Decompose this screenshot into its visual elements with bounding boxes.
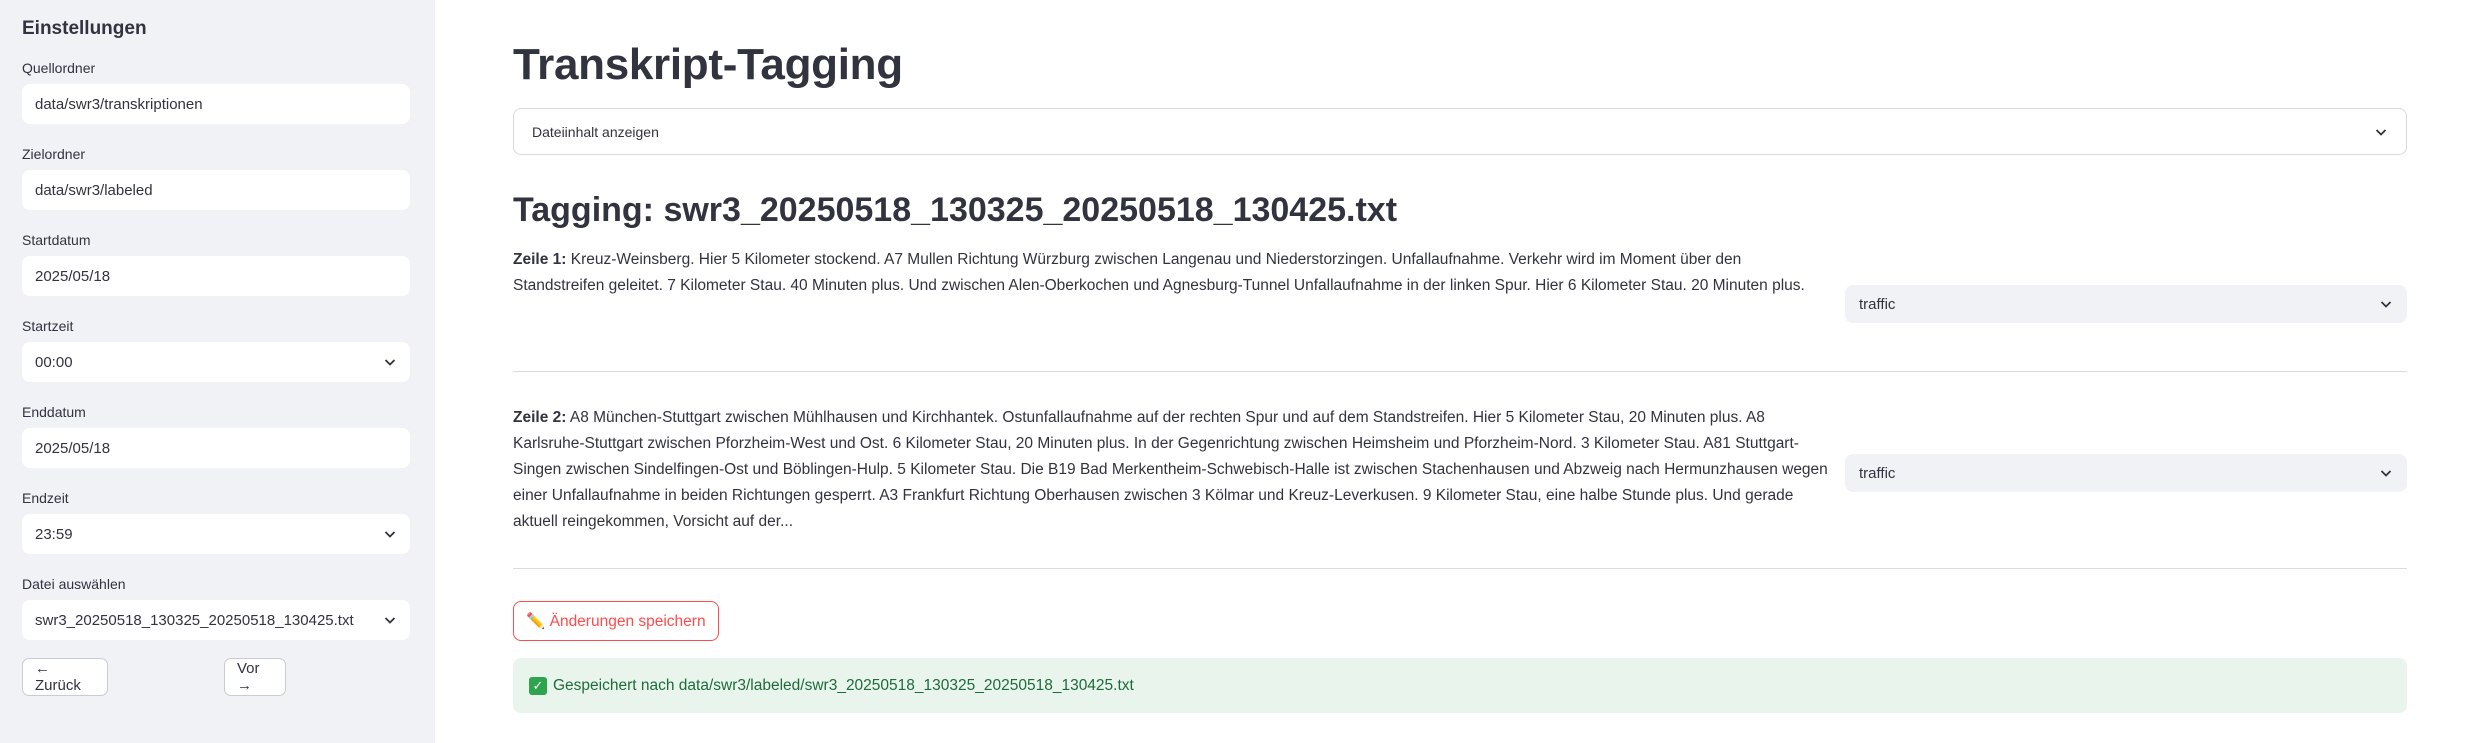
chevron-down-icon bbox=[2379, 297, 2393, 311]
file-select-field: Datei auswählen swr3_20250518_130325_202… bbox=[22, 576, 413, 640]
success-message: Gespeichert nach data/swr3/labeled/swr3_… bbox=[553, 676, 1134, 694]
end-date-input[interactable]: 2025/05/18 bbox=[22, 428, 410, 468]
line-text: Zeile 2: A8 München-Stuttgart zwischen M… bbox=[513, 405, 1833, 535]
line-content: Kreuz-Weinsberg. Hier 5 Kilometer stocke… bbox=[513, 251, 1805, 294]
tagging-title: Tagging: swr3_20250518_130325_20250518_1… bbox=[513, 191, 1398, 229]
page-title: Transkript-Tagging bbox=[513, 40, 903, 89]
line-content: A8 München-Stuttgart zwischen Mühlhausen… bbox=[513, 409, 1828, 530]
file-content-expander[interactable]: Dateiinhalt anzeigen bbox=[513, 108, 2407, 155]
tag-select-value: traffic bbox=[1859, 295, 1896, 313]
start-time-select[interactable]: 00:00 bbox=[22, 342, 410, 382]
end-date-label: Enddatum bbox=[22, 404, 86, 420]
target-folder-field: Zielordner data/swr3/labeled bbox=[22, 146, 413, 210]
start-date-field: Startdatum 2025/05/18 bbox=[22, 232, 413, 296]
chevron-down-icon bbox=[383, 613, 397, 627]
divider bbox=[513, 568, 2407, 569]
save-changes-button[interactable]: ✏️ Änderungen speichern bbox=[513, 601, 719, 641]
chevron-down-icon bbox=[2374, 125, 2388, 139]
file-navigation: ← Zurück Vor → bbox=[22, 658, 286, 696]
line-text: Zeile 1: Kreuz-Weinsberg. Hier 5 Kilomet… bbox=[513, 247, 1833, 299]
tag-select[interactable]: traffic bbox=[1845, 285, 2407, 323]
source-folder-value: data/swr3/transkriptionen bbox=[35, 95, 203, 113]
source-folder-label: Quellordner bbox=[22, 60, 96, 76]
divider bbox=[513, 371, 2407, 372]
start-time-field: Startzeit 00:00 bbox=[22, 318, 413, 382]
source-folder-field: Quellordner data/swr3/transkriptionen bbox=[22, 60, 413, 124]
back-button[interactable]: ← Zurück bbox=[22, 658, 108, 696]
start-date-label: Startdatum bbox=[22, 232, 91, 248]
check-icon: ✓ bbox=[529, 676, 547, 695]
transcript-line: Zeile 2: A8 München-Stuttgart zwischen M… bbox=[513, 405, 2407, 535]
end-date-field: Enddatum 2025/05/18 bbox=[22, 404, 413, 468]
target-folder-input[interactable]: data/swr3/labeled bbox=[22, 170, 410, 210]
start-date-input[interactable]: 2025/05/18 bbox=[22, 256, 410, 296]
end-time-value: 23:59 bbox=[35, 525, 73, 543]
end-time-select[interactable]: 23:59 bbox=[22, 514, 410, 554]
chevron-down-icon bbox=[383, 527, 397, 541]
tag-select-value: traffic bbox=[1859, 464, 1896, 482]
source-folder-input[interactable]: data/swr3/transkriptionen bbox=[22, 84, 410, 124]
transcript-line: Zeile 1: Kreuz-Weinsberg. Hier 5 Kilomet… bbox=[513, 247, 2407, 323]
end-time-label: Endzeit bbox=[22, 490, 69, 506]
chevron-down-icon bbox=[383, 355, 397, 369]
tag-select[interactable]: traffic bbox=[1845, 454, 2407, 492]
success-alert: ✓ Gespeichert nach data/swr3/labeled/swr… bbox=[513, 658, 2407, 713]
end-time-field: Endzeit 23:59 bbox=[22, 490, 413, 554]
file-select-value: swr3_20250518_130325_20250518_130425.txt bbox=[35, 611, 354, 629]
start-date-value: 2025/05/18 bbox=[35, 267, 111, 285]
next-button[interactable]: Vor → bbox=[224, 658, 286, 696]
start-time-label: Startzeit bbox=[22, 318, 74, 334]
file-select-label: Datei auswählen bbox=[22, 576, 126, 592]
expander-label: Dateiinhalt anzeigen bbox=[532, 123, 659, 140]
chevron-down-icon bbox=[2379, 466, 2393, 480]
main-content: Transkript-Tagging Dateiinhalt anzeigen … bbox=[435, 0, 2473, 743]
target-folder-value: data/swr3/labeled bbox=[35, 181, 153, 199]
start-time-value: 00:00 bbox=[35, 353, 73, 371]
sidebar-title: Einstellungen bbox=[22, 18, 147, 39]
line-prefix: Zeile 1: bbox=[513, 251, 567, 268]
sidebar: Einstellungen Quellordner data/swr3/tran… bbox=[0, 0, 435, 743]
target-folder-label: Zielordner bbox=[22, 146, 86, 162]
file-select[interactable]: swr3_20250518_130325_20250518_130425.txt bbox=[22, 600, 410, 640]
end-date-value: 2025/05/18 bbox=[35, 439, 111, 457]
line-prefix: Zeile 2: bbox=[513, 409, 567, 426]
